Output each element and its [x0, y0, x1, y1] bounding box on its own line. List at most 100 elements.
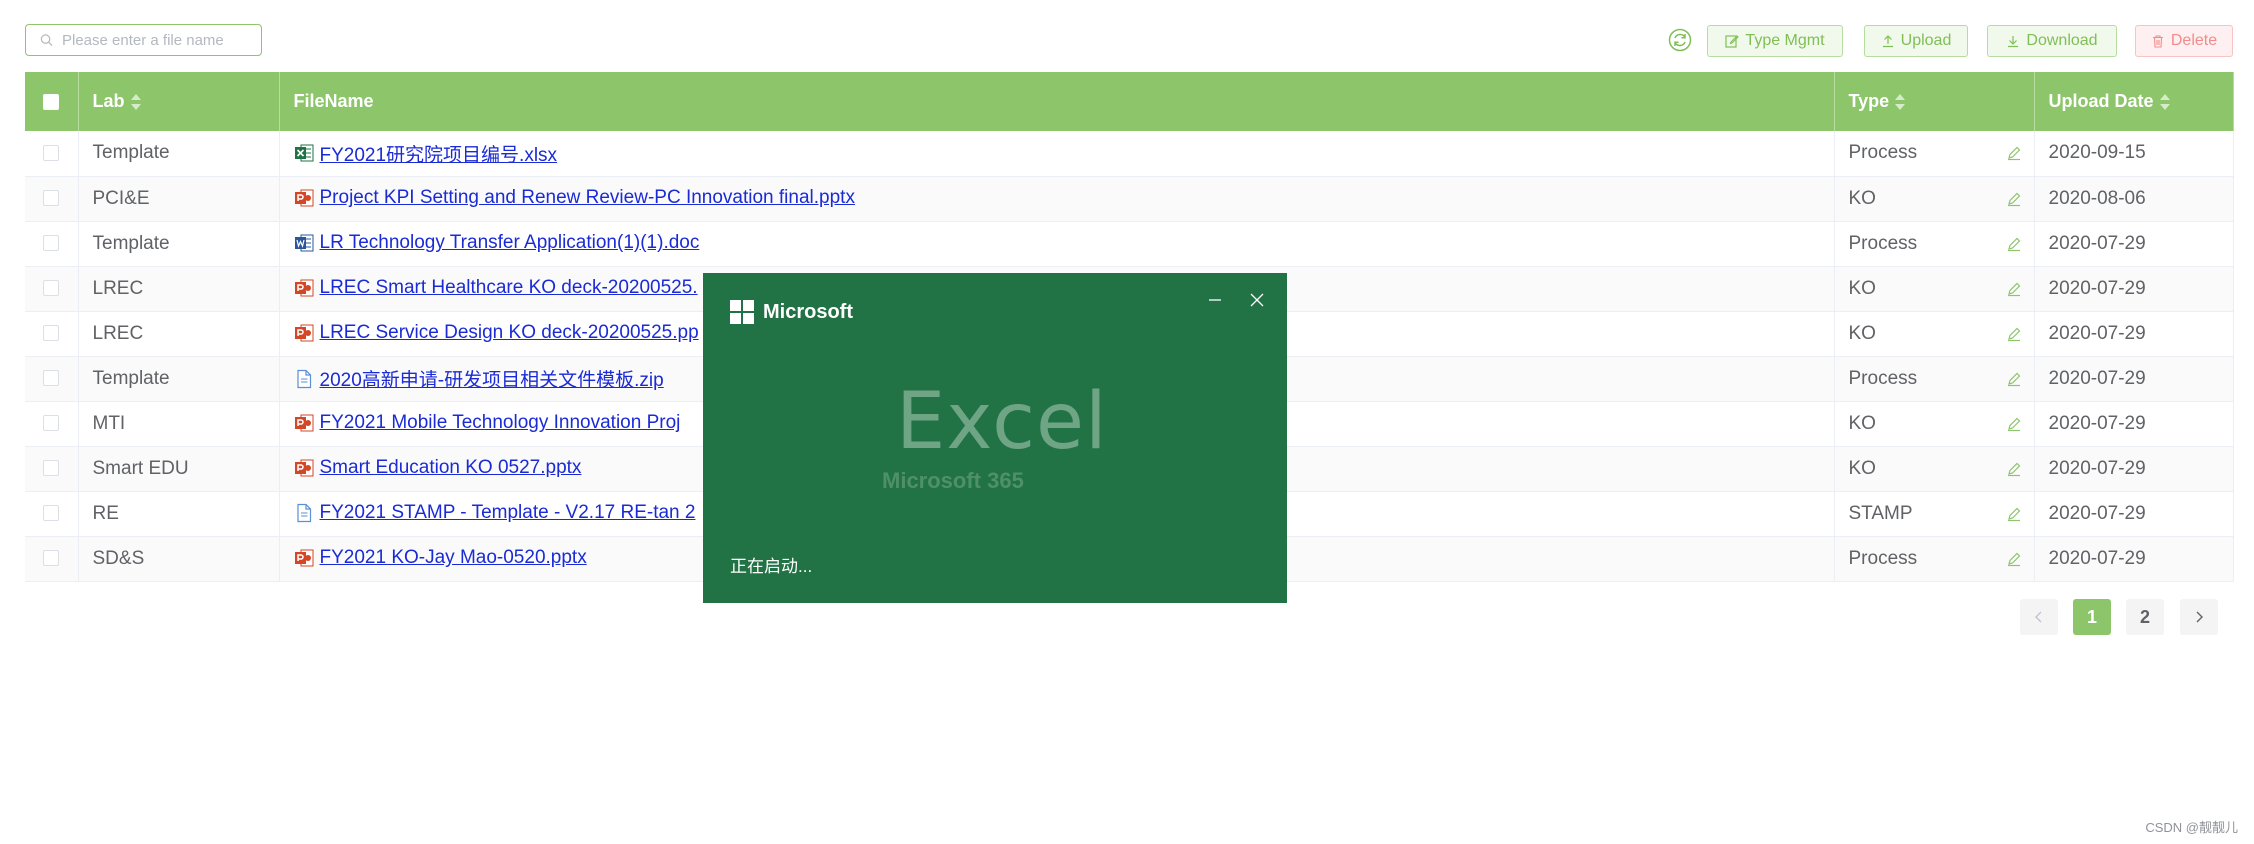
- row-select-cell: [25, 176, 79, 222]
- minimize-icon[interactable]: [1206, 291, 1224, 309]
- sort-icon[interactable]: [2159, 93, 2170, 111]
- select-all-checkbox[interactable]: [43, 94, 60, 111]
- chevron-left-icon: [2035, 611, 2042, 623]
- upload-label: Upload: [1900, 32, 1952, 49]
- type-cell: STAMP: [1834, 491, 2035, 537]
- download-label: Download: [2026, 32, 2098, 49]
- type-column-header[interactable]: Type: [1834, 72, 2035, 131]
- file-link[interactable]: Smart Education KO 0527.pptx: [320, 457, 582, 478]
- filename-cell: FY2021研究院项目编号.xlsx: [279, 131, 1835, 177]
- type-mgmt-button[interactable]: Type Mgmt: [1707, 25, 1843, 57]
- file-link[interactable]: 2020高新申请-研发项目相关文件模板.zip: [320, 370, 664, 391]
- page-number: 2: [2139, 606, 2150, 627]
- file-link[interactable]: LREC Service Design KO deck-20200525.pp: [320, 322, 699, 343]
- row-checkbox[interactable]: [43, 415, 60, 432]
- table-row[interactable]: Template LR Technology Transfer Applicati…: [25, 221, 2234, 267]
- type-cell: KO: [1834, 311, 2035, 357]
- file-link[interactable]: FY2021 Mobile Technology Innovation Proj: [320, 412, 681, 433]
- table-header-row: Lab FileName Type Upload Date: [25, 72, 2234, 131]
- row-checkbox[interactable]: [43, 190, 60, 207]
- upload-date-cell: 2020-08-06: [2034, 176, 2234, 222]
- search-box[interactable]: [25, 24, 262, 56]
- upload-icon: [1882, 35, 1893, 48]
- lab-cell: SD&S: [78, 536, 280, 582]
- lab-header-label: Lab: [92, 91, 125, 111]
- row-checkbox[interactable]: [43, 460, 60, 477]
- file-link[interactable]: FY2021 KO-Jay Mao-0520.pptx: [320, 547, 587, 568]
- delete-label: Delete: [2170, 32, 2218, 49]
- pencil-icon[interactable]: [2006, 551, 2022, 567]
- close-icon[interactable]: [1248, 291, 1266, 309]
- row-checkbox[interactable]: [43, 550, 60, 567]
- refresh-icon[interactable]: [1667, 27, 1693, 53]
- pencil-icon[interactable]: [2006, 416, 2022, 432]
- brand-name: Microsoft: [763, 300, 853, 323]
- type-cell: Process: [1834, 131, 2035, 177]
- table-row[interactable]: Template FY2021研究院项目编号.xlsx Process 2020-09…: [25, 131, 2234, 177]
- row-checkbox[interactable]: [43, 325, 60, 342]
- download-icon: [2008, 36, 2019, 48]
- edit-icon: [1725, 35, 1740, 48]
- search-icon: [40, 34, 53, 46]
- pencil-icon[interactable]: [2006, 326, 2022, 342]
- pencil-icon[interactable]: [2006, 506, 2022, 522]
- delete-button[interactable]: Delete: [2135, 25, 2233, 57]
- file-link[interactable]: LREC Smart Healthcare KO deck-20200525.: [320, 277, 698, 298]
- type-cell: Process: [1834, 356, 2035, 402]
- upload-button[interactable]: Upload: [1864, 25, 1968, 57]
- filename-cell: LR Technology Transfer Application(1)(1)…: [279, 221, 1835, 267]
- powerpoint-file-icon: [294, 278, 314, 298]
- pencil-icon[interactable]: [2006, 191, 2022, 207]
- upload-date-cell: 2020-09-15: [2034, 131, 2234, 177]
- search-input[interactable]: [62, 26, 261, 54]
- lab-cell: Smart EDU: [78, 446, 280, 492]
- sort-icon[interactable]: [1895, 93, 1906, 111]
- powerpoint-file-icon: [294, 413, 314, 433]
- lab-column-header[interactable]: Lab: [78, 72, 280, 131]
- file-link[interactable]: Project KPI Setting and Renew Review-PC …: [320, 187, 855, 208]
- filename-header-label: FileName: [293, 91, 374, 111]
- lab-cell: RE: [78, 491, 280, 537]
- download-button[interactable]: Download: [1987, 25, 2117, 57]
- file-link[interactable]: FY2021 STAMP - Template - V2.17 RE-tan 2: [320, 502, 696, 523]
- type-value: Process: [1848, 232, 1918, 254]
- pencil-icon[interactable]: [2006, 236, 2022, 252]
- pencil-icon[interactable]: [2006, 281, 2022, 297]
- filename-column-header: FileName: [279, 72, 1835, 131]
- type-value: KO: [1848, 187, 1876, 209]
- page-button-2[interactable]: 2: [2126, 599, 2164, 635]
- upload-date-cell: 2020-07-29: [2034, 356, 2234, 402]
- watermark: CSDN @靓靓儿: [2145, 820, 2238, 835]
- type-value: KO: [1848, 412, 1876, 434]
- lab-cell: PCI&E: [78, 176, 280, 222]
- prev-page-button[interactable]: [2020, 599, 2058, 635]
- next-page-button[interactable]: [2180, 599, 2218, 635]
- app-name: Excel: [896, 377, 1108, 467]
- upload-date-cell: 2020-07-29: [2034, 491, 2234, 537]
- lab-cell: Template: [78, 356, 280, 402]
- row-checkbox[interactable]: [43, 235, 60, 252]
- sort-icon[interactable]: [130, 93, 141, 111]
- file-link[interactable]: FY2021研究院项目编号.xlsx: [320, 145, 558, 166]
- table-row[interactable]: PCI&E Project KPI Setting and Renew Revie…: [25, 176, 2234, 222]
- row-checkbox[interactable]: [43, 505, 60, 522]
- type-cell: Process: [1834, 221, 2035, 267]
- pencil-icon[interactable]: [2006, 371, 2022, 387]
- upload-date-column-header[interactable]: Upload Date: [2034, 72, 2234, 131]
- row-select-cell: [25, 131, 79, 177]
- row-checkbox[interactable]: [43, 370, 60, 387]
- lab-cell: Template: [78, 221, 280, 267]
- page-button-1[interactable]: 1: [2073, 599, 2111, 635]
- excel-splash-window: Microsoft Excel Microsoft 365 正在启动...: [703, 273, 1287, 603]
- row-checkbox[interactable]: [43, 145, 60, 162]
- upload-date-cell: 2020-07-29: [2034, 311, 2234, 357]
- pencil-icon[interactable]: [2006, 145, 2022, 161]
- file-link[interactable]: LR Technology Transfer Application(1)(1)…: [320, 232, 700, 253]
- pencil-icon[interactable]: [2006, 461, 2022, 477]
- word-file-icon: [294, 233, 314, 253]
- type-cell: KO: [1834, 176, 2035, 222]
- type-cell: KO: [1834, 266, 2035, 312]
- type-value: Process: [1848, 547, 1918, 569]
- trash-icon: [2152, 35, 2163, 48]
- row-checkbox[interactable]: [43, 280, 60, 297]
